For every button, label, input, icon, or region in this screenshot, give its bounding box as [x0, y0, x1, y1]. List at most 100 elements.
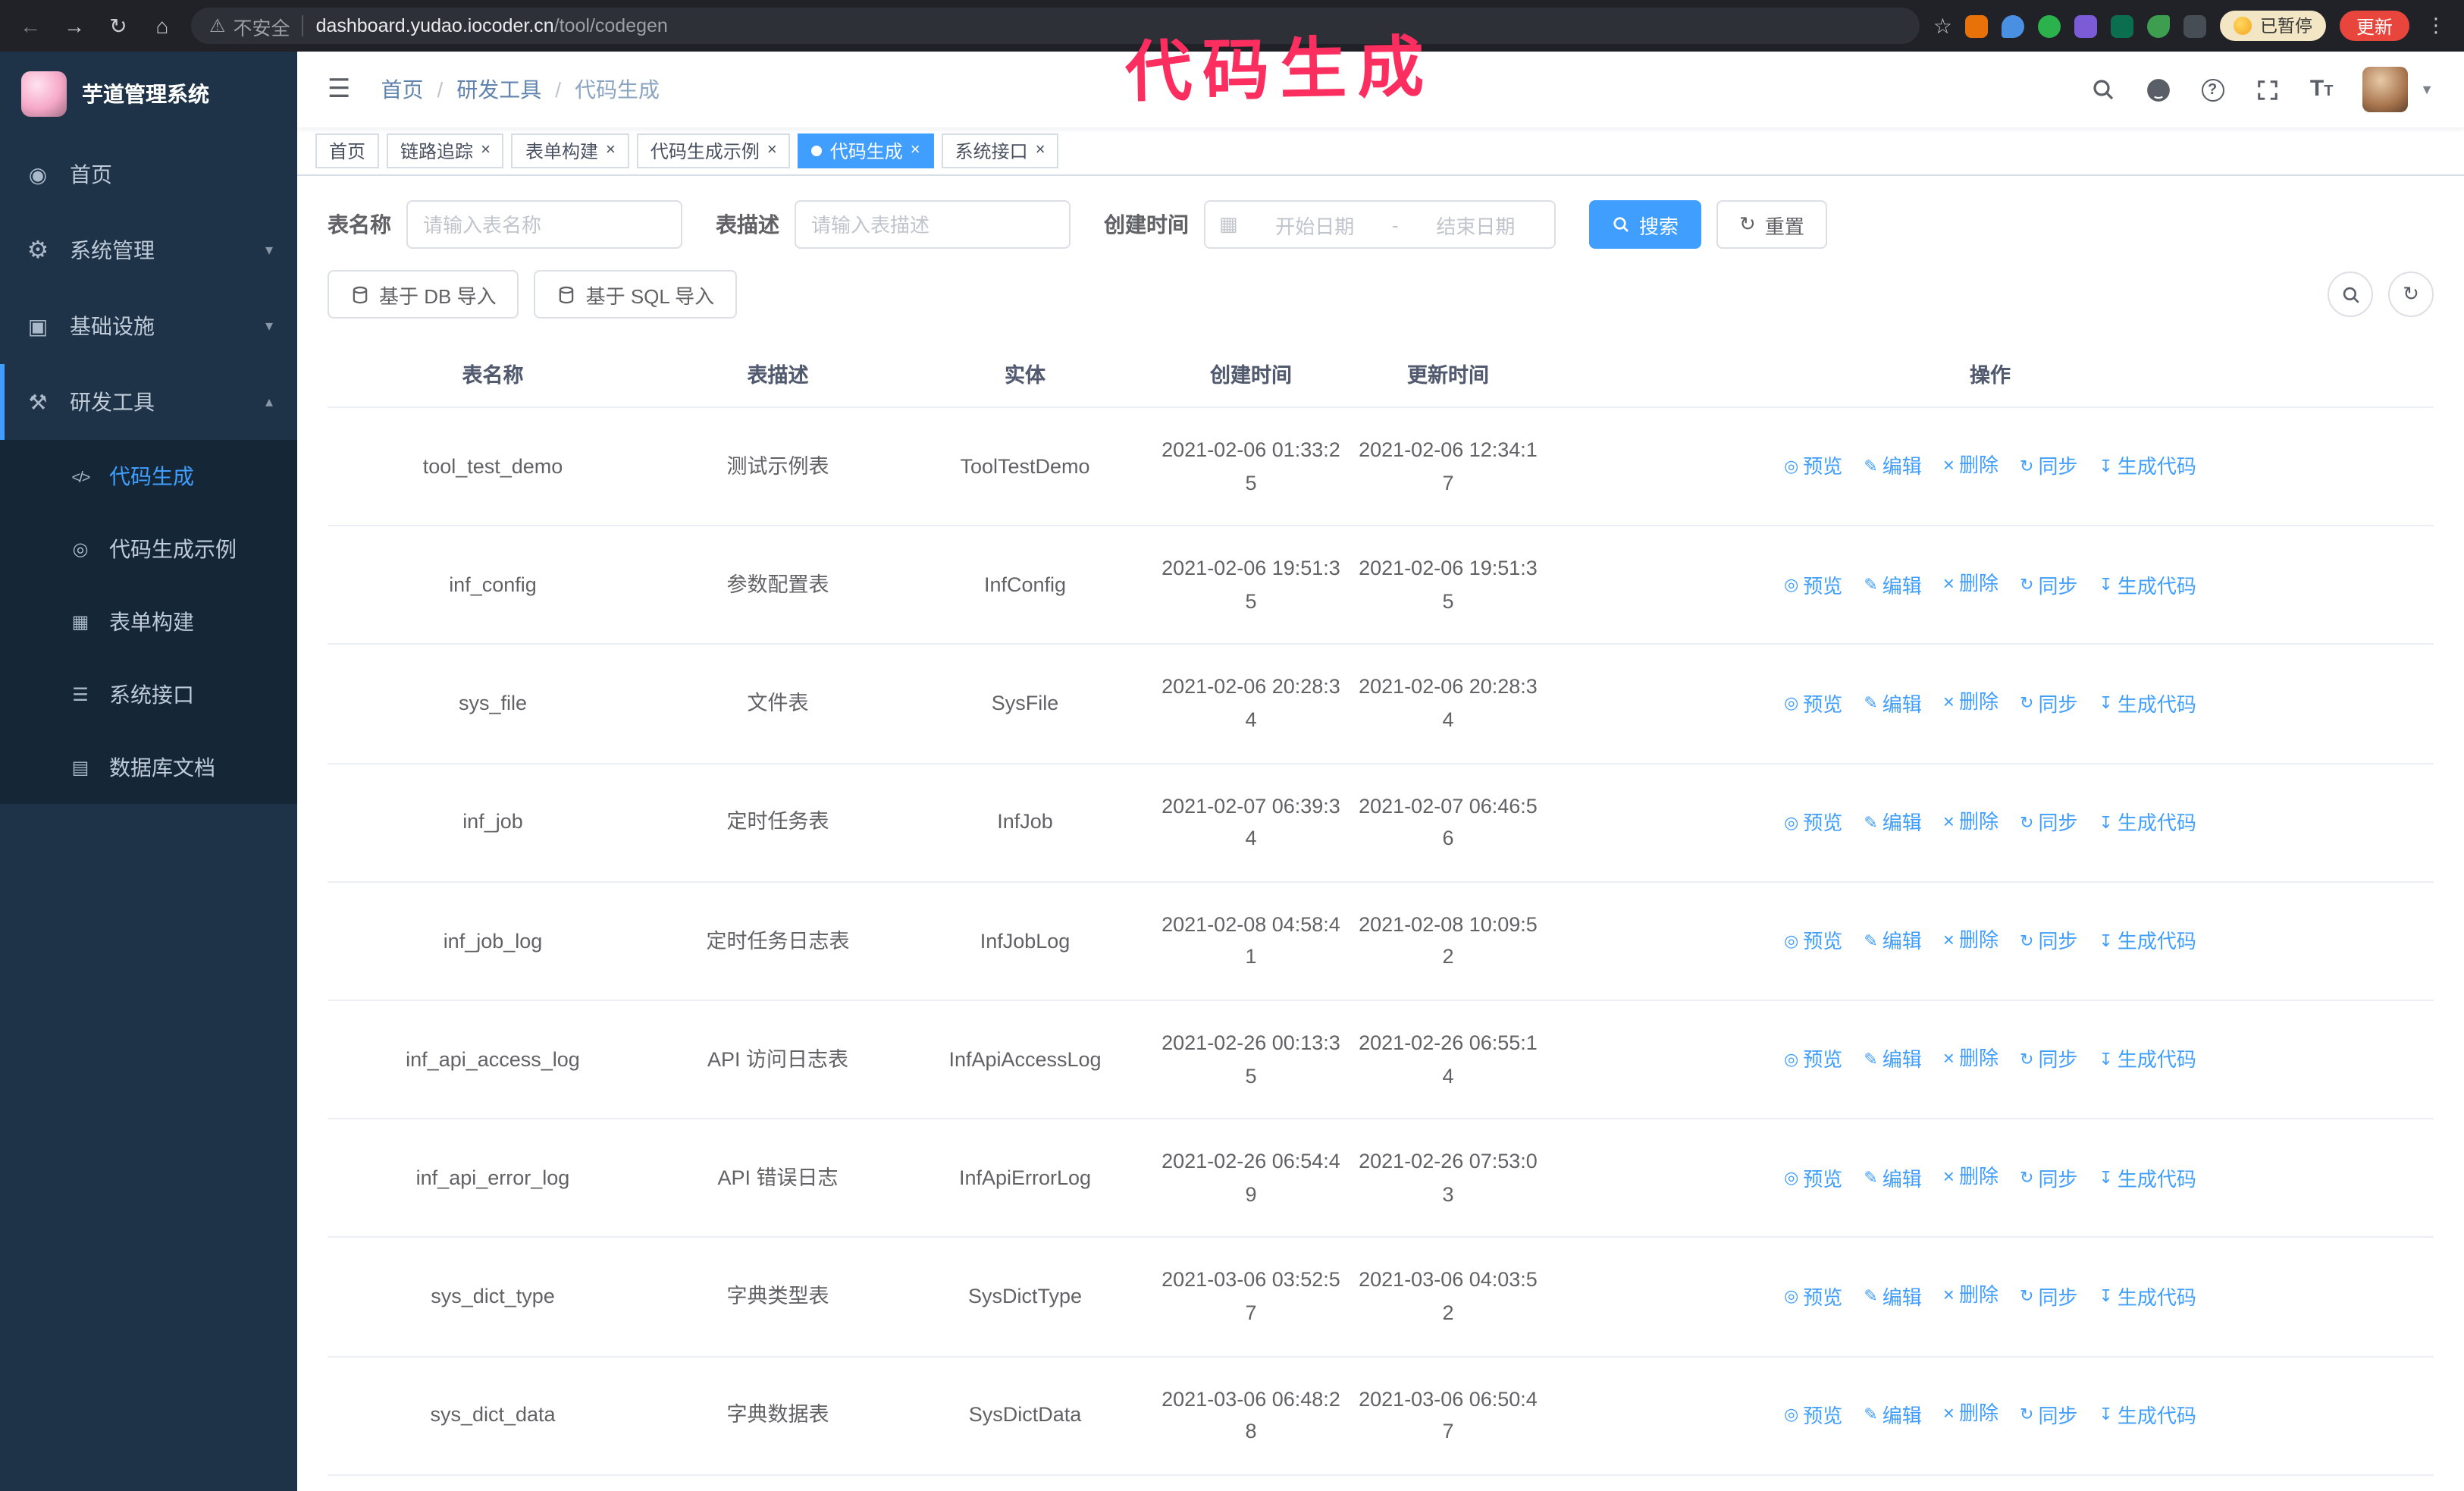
- home-icon[interactable]: ⌂: [147, 11, 177, 41]
- github-icon[interactable]: [2132, 53, 2183, 126]
- sync-link[interactable]: 同步: [2020, 453, 2077, 485]
- preview-link[interactable]: 预览: [1784, 571, 1842, 603]
- avatar-caret-icon[interactable]: ▼: [2420, 82, 2434, 97]
- toggle-search-button[interactable]: [2328, 272, 2373, 317]
- extension-icon-7[interactable]: [2183, 14, 2207, 37]
- delete-link[interactable]: 删除: [1943, 1044, 1998, 1075]
- close-icon[interactable]: [911, 143, 920, 159]
- sync-link[interactable]: 同步: [2020, 1402, 2077, 1433]
- sync-link[interactable]: 同步: [2020, 927, 2077, 959]
- search-icon[interactable]: [2077, 53, 2129, 126]
- address-bar[interactable]: ⚠ 不安全 dashboard.yudao.iocoder.cn/tool/co…: [191, 8, 1920, 44]
- breadcrumb-home[interactable]: 首页: [381, 74, 424, 105]
- sidebar-item-devtools[interactable]: 研发工具: [0, 364, 297, 440]
- edit-link[interactable]: 编辑: [1864, 927, 1922, 959]
- paused-badge[interactable]: 已暂停: [2220, 11, 2326, 41]
- tab-codegen-demo[interactable]: 代码生成示例: [636, 133, 791, 168]
- browser-menu-icon[interactable]: ⋮: [2423, 14, 2449, 38]
- sync-link[interactable]: 同步: [2020, 571, 2077, 603]
- generate-code-link[interactable]: 生成代码: [2099, 690, 2196, 722]
- extension-icon-5[interactable]: [2111, 14, 2134, 37]
- generate-code-link[interactable]: 生成代码: [2099, 453, 2196, 485]
- delete-link[interactable]: 删除: [1943, 924, 1998, 956]
- security-status[interactable]: ⚠ 不安全: [209, 11, 290, 40]
- back-icon[interactable]: ←: [15, 11, 45, 41]
- generate-code-link[interactable]: 生成代码: [2099, 927, 2196, 959]
- tab-home[interactable]: 首页: [315, 133, 380, 168]
- edit-link[interactable]: 编辑: [1864, 453, 1922, 485]
- table-name-input[interactable]: [406, 200, 682, 249]
- reset-button[interactable]: 重置: [1716, 200, 1827, 249]
- edit-link[interactable]: 编辑: [1864, 1282, 1922, 1314]
- generate-code-link[interactable]: 生成代码: [2099, 1164, 2196, 1196]
- edit-link[interactable]: 编辑: [1864, 1164, 1922, 1196]
- preview-link[interactable]: 预览: [1784, 808, 1842, 840]
- date-range-picker[interactable]: 开始日期 - 结束日期: [1204, 200, 1556, 249]
- forward-icon[interactable]: →: [59, 11, 89, 41]
- reload-icon[interactable]: ↻: [103, 11, 133, 41]
- preview-link[interactable]: 预览: [1784, 1164, 1842, 1196]
- delete-link[interactable]: 删除: [1943, 1281, 1998, 1313]
- sync-link[interactable]: 同步: [2020, 1164, 2077, 1196]
- import-db-button[interactable]: 基于 DB 导入: [328, 270, 519, 319]
- fullscreen-icon[interactable]: [2241, 53, 2293, 126]
- font-size-icon[interactable]: [2296, 53, 2347, 126]
- generate-code-link[interactable]: 生成代码: [2099, 1046, 2196, 1078]
- help-icon[interactable]: [2187, 53, 2238, 126]
- delete-link[interactable]: 删除: [1943, 1399, 1998, 1431]
- update-button[interactable]: 更新: [2339, 11, 2409, 41]
- generate-code-link[interactable]: 生成代码: [2099, 808, 2196, 840]
- generate-code-link[interactable]: 生成代码: [2099, 1282, 2196, 1314]
- edit-link[interactable]: 编辑: [1864, 1402, 1922, 1433]
- generate-code-link[interactable]: 生成代码: [2099, 571, 2196, 603]
- sidebar-item-system[interactable]: 系统管理: [0, 212, 297, 288]
- tab-tracing[interactable]: 链路追踪: [387, 133, 504, 168]
- generate-code-link[interactable]: 生成代码: [2099, 1402, 2196, 1433]
- sidebar-item-codegen-demo[interactable]: 代码生成示例: [0, 513, 297, 585]
- sidebar-collapse-icon[interactable]: ☰: [321, 74, 357, 105]
- delete-link[interactable]: 删除: [1943, 569, 1998, 601]
- edit-link[interactable]: 编辑: [1864, 808, 1922, 840]
- sync-link[interactable]: 同步: [2020, 1046, 2077, 1078]
- delete-link[interactable]: 删除: [1943, 806, 1998, 838]
- tab-form-builder[interactable]: 表单构建: [511, 133, 629, 168]
- extension-icon-4[interactable]: [2074, 14, 2098, 37]
- close-icon[interactable]: [481, 143, 491, 159]
- preview-link[interactable]: 预览: [1784, 1402, 1842, 1433]
- sync-link[interactable]: 同步: [2020, 808, 2077, 840]
- extension-icon-6[interactable]: [2147, 14, 2171, 37]
- preview-link[interactable]: 预览: [1784, 927, 1842, 959]
- user-avatar[interactable]: [2362, 67, 2409, 112]
- sidebar-item-form-builder[interactable]: 表单构建: [0, 585, 297, 658]
- preview-link[interactable]: 预览: [1784, 453, 1842, 485]
- sidebar-item-infra[interactable]: 基础设施: [0, 288, 297, 364]
- breadcrumb-devtools[interactable]: 研发工具: [456, 74, 541, 105]
- delete-link[interactable]: 删除: [1943, 1162, 1998, 1194]
- preview-link[interactable]: 预览: [1784, 690, 1842, 722]
- sidebar-item-home[interactable]: 首页: [0, 137, 297, 212]
- edit-link[interactable]: 编辑: [1864, 690, 1922, 722]
- preview-link[interactable]: 预览: [1784, 1046, 1842, 1078]
- sidebar-item-system-api[interactable]: 系统接口: [0, 658, 297, 731]
- edit-link[interactable]: 编辑: [1864, 571, 1922, 603]
- sync-link[interactable]: 同步: [2020, 690, 2077, 722]
- close-icon[interactable]: [767, 143, 777, 159]
- import-sql-button[interactable]: 基于 SQL 导入: [534, 270, 738, 319]
- bookmark-star-icon[interactable]: ☆: [1933, 13, 1952, 39]
- tab-system-api[interactable]: 系统接口: [941, 133, 1059, 168]
- extension-icon-1[interactable]: [1965, 14, 1989, 37]
- close-icon[interactable]: [1036, 143, 1045, 159]
- extension-icon-3[interactable]: [2038, 14, 2061, 37]
- close-icon[interactable]: [606, 143, 616, 159]
- tab-codegen[interactable]: 代码生成: [798, 133, 934, 168]
- sync-link[interactable]: 同步: [2020, 1282, 2077, 1314]
- refresh-button[interactable]: ↻: [2388, 272, 2434, 317]
- sidebar-item-codegen[interactable]: 代码生成: [0, 440, 297, 513]
- delete-link[interactable]: 删除: [1943, 450, 1998, 482]
- extension-icon-2[interactable]: [2002, 14, 2025, 37]
- search-button[interactable]: 搜索: [1589, 200, 1702, 249]
- preview-link[interactable]: 预览: [1784, 1282, 1842, 1314]
- table-desc-input[interactable]: [795, 200, 1071, 249]
- delete-link[interactable]: 删除: [1943, 688, 1998, 720]
- sidebar-item-db-doc[interactable]: 数据库文档: [0, 731, 297, 804]
